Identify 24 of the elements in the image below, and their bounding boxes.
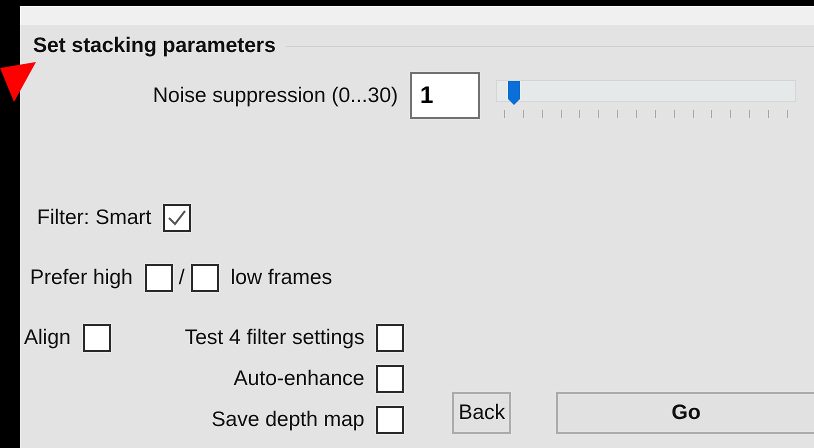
- checkbox-label: low frames: [230, 266, 332, 290]
- go-button[interactable]: Go: [556, 392, 814, 434]
- field-label: Noise suppression (0...30): [152, 84, 398, 108]
- checkbox[interactable]: [376, 324, 404, 352]
- checkbox-label: Save depth map: [212, 408, 364, 432]
- checkbox[interactable]: [190, 264, 219, 292]
- checkbox[interactable]: [376, 406, 404, 434]
- checkbox[interactable]: [144, 264, 173, 292]
- checkbox-label: Filter: Smart: [37, 206, 152, 230]
- input-field[interactable]: 1: [410, 72, 480, 119]
- checkbox-label: Prefer high: [30, 266, 133, 290]
- separator-text: /: [178, 266, 185, 290]
- checkbox-label: Auto-enhance: [234, 367, 364, 391]
- checkbox[interactable]: [376, 365, 404, 393]
- checkbox[interactable]: [163, 204, 192, 232]
- arrow-icon: [0, 62, 36, 102]
- checkbox-label: Test 4 filter settings: [184, 326, 364, 350]
- checkbox[interactable]: [82, 324, 111, 352]
- slider-track[interactable]: [496, 80, 796, 102]
- check-icon: [167, 209, 188, 227]
- back-button[interactable]: Back: [452, 392, 512, 434]
- section-title: Set stacking parameters: [33, 34, 276, 58]
- slider-thumb[interactable]: [508, 81, 520, 105]
- checkbox-label: Align: [24, 326, 71, 350]
